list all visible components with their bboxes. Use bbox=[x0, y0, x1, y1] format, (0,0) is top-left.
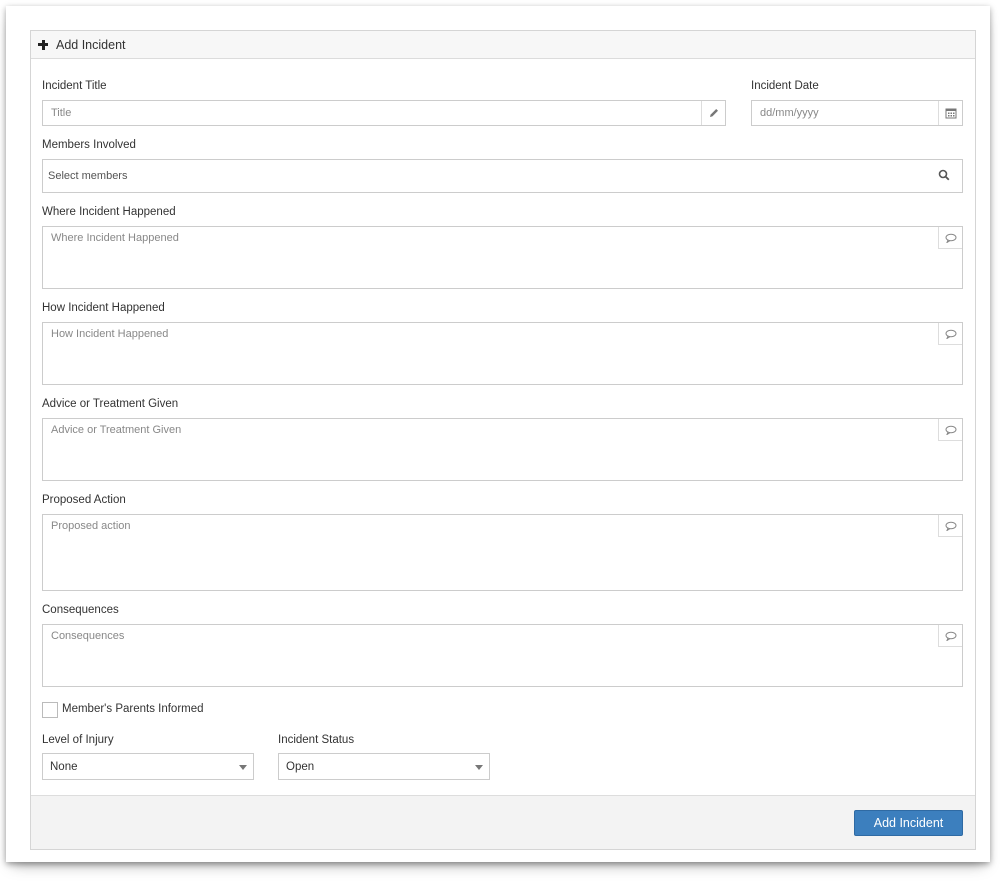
panel-title: Add Incident bbox=[56, 37, 126, 52]
consequences-textarea[interactable]: Consequences bbox=[42, 624, 963, 687]
proposed-label: Proposed Action bbox=[42, 494, 126, 506]
advice-placeholder: Advice or Treatment Given bbox=[51, 424, 182, 436]
incident-date-placeholder: dd/mm/yyyy bbox=[760, 107, 819, 119]
incident-date-input[interactable]: dd/mm/yyyy bbox=[751, 100, 963, 126]
search-icon bbox=[938, 169, 950, 184]
members-placeholder: Select members bbox=[48, 170, 128, 182]
consequences-label: Consequences bbox=[42, 604, 119, 616]
window-frame: Add Incident Incident Title Title Incide… bbox=[6, 6, 990, 862]
how-placeholder: How Incident Happened bbox=[51, 328, 169, 340]
status-label: Incident Status bbox=[278, 734, 355, 746]
pencil-icon bbox=[701, 101, 725, 125]
consequences-placeholder: Consequences bbox=[51, 630, 125, 642]
status-select[interactable]: Open bbox=[278, 753, 490, 780]
comment-icon bbox=[938, 419, 962, 441]
proposed-textarea[interactable]: Proposed action bbox=[42, 514, 963, 591]
advice-textarea[interactable]: Advice or Treatment Given bbox=[42, 418, 963, 481]
incident-date-label: Incident Date bbox=[751, 80, 819, 92]
where-placeholder: Where Incident Happened bbox=[51, 232, 179, 244]
comment-icon bbox=[938, 227, 962, 249]
how-label: How Incident Happened bbox=[42, 302, 165, 314]
incident-title-input[interactable]: Title bbox=[42, 100, 726, 126]
chevron-down-icon bbox=[475, 765, 483, 770]
where-label: Where Incident Happened bbox=[42, 206, 176, 218]
members-label: Members Involved bbox=[42, 139, 136, 151]
how-textarea[interactable]: How Incident Happened bbox=[42, 322, 963, 385]
add-incident-panel: Add Incident Incident Title Title Incide… bbox=[30, 30, 976, 850]
panel-footer: Add Incident bbox=[31, 795, 975, 849]
incident-title-label: Incident Title bbox=[42, 80, 107, 92]
members-select[interactable]: Select members bbox=[42, 159, 963, 193]
status-value: Open bbox=[286, 761, 315, 773]
injury-select[interactable]: None bbox=[42, 753, 254, 780]
parents-informed-checkbox[interactable] bbox=[42, 702, 58, 718]
add-incident-button[interactable]: Add Incident bbox=[854, 810, 963, 836]
plus-icon bbox=[38, 39, 48, 50]
proposed-placeholder: Proposed action bbox=[51, 520, 131, 532]
chevron-down-icon bbox=[239, 765, 247, 770]
comment-icon bbox=[938, 625, 962, 647]
panel-header: Add Incident bbox=[31, 31, 975, 59]
comment-icon bbox=[938, 515, 962, 537]
incident-title-placeholder: Title bbox=[51, 107, 72, 119]
advice-label: Advice or Treatment Given bbox=[42, 398, 179, 410]
calendar-icon[interactable] bbox=[938, 101, 962, 125]
parents-informed-label: Member's Parents Informed bbox=[62, 703, 204, 715]
injury-value: None bbox=[50, 761, 78, 773]
comment-icon bbox=[938, 323, 962, 345]
where-textarea[interactable]: Where Incident Happened bbox=[42, 226, 963, 289]
injury-label: Level of Injury bbox=[42, 734, 114, 746]
